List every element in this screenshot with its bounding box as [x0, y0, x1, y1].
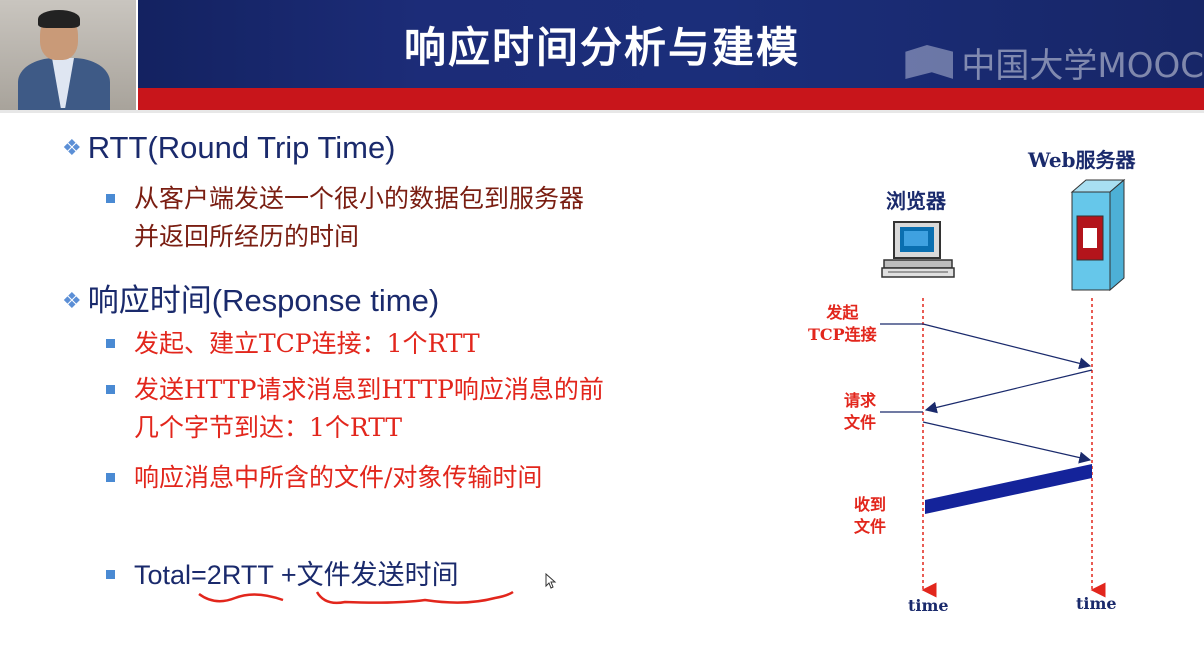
response-item-http: 发送HTTP请求消息到HTTP响应消息的前 几个字节到达：1个RTT	[106, 371, 604, 447]
request-file-label-line2: 文件	[844, 413, 877, 432]
diamond-bullet-icon: ❖	[62, 288, 82, 313]
diamond-bullet-icon: ❖	[62, 135, 82, 160]
initiate-tcp-label-line2: TCP连接	[808, 325, 877, 344]
receive-file-label-line2: 文件	[854, 517, 887, 536]
title-bar-divider	[0, 110, 1204, 113]
mouse-cursor-icon	[545, 573, 557, 589]
square-bullet-icon	[106, 339, 115, 348]
time-axis-label-server: time	[1076, 594, 1117, 613]
initiate-tcp-label-line1: 发起	[826, 303, 859, 322]
square-bullet-icon	[106, 473, 115, 482]
title-bar-accent	[0, 88, 1204, 110]
square-bullet-icon	[106, 194, 115, 203]
sequence-lines	[880, 298, 1106, 598]
lecture-slide: 响应时间分析与建模 中国大学MOOC ❖ RTT(Round Trip Time)…	[0, 0, 1204, 646]
square-bullet-icon	[106, 570, 115, 579]
presenter-video	[0, 0, 138, 110]
response-item-transfer-text: 响应消息中所含的文件/对象传输时间	[134, 463, 543, 492]
response-item-tcp: 发起、建立TCP连接：1个RTT	[106, 325, 480, 363]
response-item-http-line1: 发送HTTP请求消息到HTTP响应消息的前	[134, 375, 604, 404]
hand-drawn-underline	[198, 590, 514, 605]
rtt-heading-text: RTT(Round Trip Time)	[87, 130, 396, 165]
presenter-hair	[38, 10, 80, 28]
rtt-description-line2: 并返回所经历的时间	[134, 222, 360, 251]
response-heading-text: 响应时间(Response time)	[87, 283, 440, 318]
initiate-tcp-label: 发起 TCP连接	[808, 302, 877, 346]
response-heading: ❖ 响应时间(Response time)	[62, 275, 439, 320]
mooc-logo-icon	[905, 45, 954, 79]
rtt-description-line1: 从客户端发送一个很小的数据包到服务器	[134, 184, 585, 213]
square-bullet-icon	[106, 385, 115, 394]
receive-file-label: 收到 文件	[854, 494, 886, 538]
rtt-description: 从客户端发送一个很小的数据包到服务器 并返回所经历的时间	[106, 180, 584, 256]
mooc-watermark-text: 中国大学MOOC	[961, 45, 1204, 86]
rtt-heading: ❖ RTT(Round Trip Time)	[62, 130, 396, 166]
mooc-watermark: 中国大学MOOC	[905, 40, 1204, 86]
time-axis-label-client: time	[908, 596, 949, 615]
response-item-http-line2: 几个字节到达：1个RTT	[134, 413, 403, 442]
response-item-transfer: 响应消息中所含的文件/对象传输时间	[106, 459, 542, 497]
receive-file-label-line1: 收到	[854, 495, 887, 514]
response-item-tcp-text: 发起、建立TCP连接：1个RTT	[134, 329, 480, 358]
timing-diagram: Web服务器 浏览器 发起 TCP连接 请求 文件 收到 文件 time tim…	[780, 130, 1200, 630]
request-file-label-line1: 请求	[844, 391, 877, 410]
request-file-label: 请求 文件	[844, 390, 876, 434]
